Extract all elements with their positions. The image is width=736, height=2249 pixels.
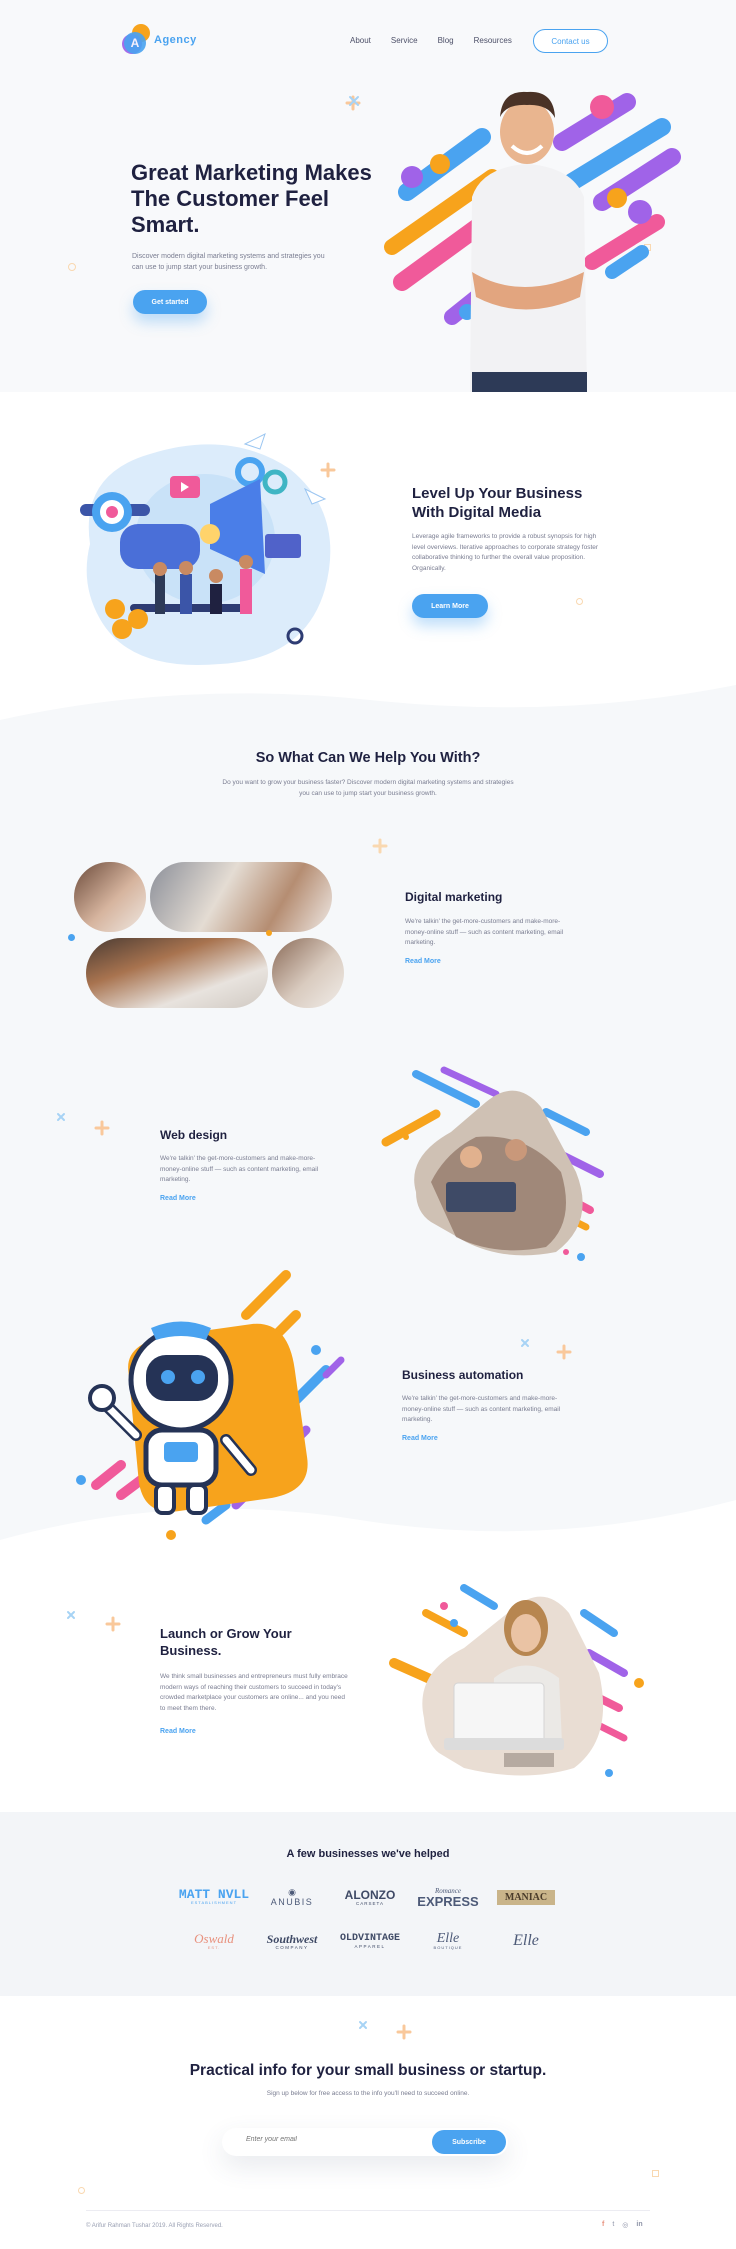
eye-icon: ◉ — [288, 1886, 296, 1897]
instagram-icon[interactable]: ◎ — [622, 2221, 628, 2229]
feature-title-web-design: Web design — [160, 1128, 228, 1142]
learn-more-button[interactable]: Learn More — [412, 594, 488, 618]
hero-person-illustration — [384, 91, 681, 392]
main-menu: About Service Blog Resources — [350, 36, 512, 45]
services-title: So What Can We Help You With? — [255, 750, 481, 766]
footer-divider — [86, 2210, 650, 2211]
cross-decoration — [67, 1611, 75, 1619]
contact-us-button[interactable]: Contact us — [533, 29, 608, 53]
subscribe-button[interactable]: Subscribe — [432, 2130, 506, 2154]
cross-decoration — [521, 1339, 529, 1347]
nav-item-resources[interactable]: Resources — [474, 36, 512, 45]
plus-decoration — [372, 838, 388, 854]
newsletter-subtitle: Sign up below for free access to the inf… — [266, 2090, 470, 2097]
client-logo-anubis: ◉ ANUBIS — [270, 1886, 314, 1907]
nav-item-blog[interactable]: Blog — [438, 36, 454, 45]
digital-media-title: Level Up Your Business With Digital Medi… — [412, 485, 583, 521]
hero-subtitle: Discover modern digital marketing system… — [132, 253, 325, 271]
client-logo-southwest: Southwest COMPANY — [266, 1931, 318, 1950]
services-subtitle: Do you want to grow your business faster… — [222, 779, 514, 797]
feature-title-digital-marketing: Digital marketing — [405, 890, 503, 904]
newsletter-form: Subscribe — [222, 2128, 508, 2156]
clients-section: A few businesses we've helped MATT NVLL … — [0, 1812, 736, 1996]
read-more-link[interactable]: Read More — [160, 1728, 196, 1735]
client-logo-grid: MATT NVLL ESTABLISHMENT ◉ ANUBIS ALONZO … — [175, 1882, 565, 1956]
linkedin-icon[interactable]: in — [636, 2221, 642, 2229]
team-photo-1 — [74, 862, 146, 932]
top-navigation: A Agency About Service Blog Resources Co… — [0, 22, 736, 62]
cross-decoration — [57, 1113, 65, 1121]
read-more-link[interactable]: Read More — [402, 1435, 438, 1442]
ring-decoration — [576, 598, 583, 605]
plus-decoration — [320, 462, 336, 478]
digital-media-body: Leverage agile frameworks to provide a r… — [412, 533, 599, 572]
twitter-icon[interactable]: t — [612, 2221, 614, 2229]
client-logo-matt-nvll: MATT NVLL ESTABLISHMENT — [178, 1887, 250, 1905]
feature-title-launch-or-grow: Launch or Grow Your Business. — [160, 1626, 292, 1658]
copyright-text: © Arifur Rahman Tushar 2019. All Rights … — [86, 2223, 223, 2229]
read-more-link[interactable]: Read More — [160, 1195, 196, 1202]
plus-decoration — [105, 1616, 121, 1632]
newsletter-title: Practical info for your small business o… — [189, 2062, 547, 2079]
logo-text: Agency — [154, 34, 197, 46]
logo-mark-icon: A — [122, 24, 150, 56]
agency-logo[interactable]: A Agency — [122, 24, 197, 56]
ring-decoration — [78, 2187, 85, 2194]
dot-decoration — [266, 930, 272, 936]
feature-body-business-automation: We're talkin' the get-more-customers and… — [402, 1395, 561, 1423]
team-photo-2 — [150, 862, 332, 932]
team-photo-3 — [86, 938, 268, 1008]
plus-decoration — [94, 1120, 110, 1136]
square-decoration — [652, 2170, 659, 2177]
client-logo-oldvintage: OLDVINTAGE APPAREL — [339, 1933, 400, 1949]
web-design-illustration — [381, 1066, 604, 1261]
nav-item-service[interactable]: Service — [391, 36, 418, 45]
plus-decoration — [556, 1344, 572, 1360]
feature-body-digital-marketing: We're talkin' the get-more-customers and… — [405, 918, 564, 946]
facebook-icon[interactable]: f — [602, 2221, 604, 2229]
get-started-button[interactable]: Get started — [133, 290, 207, 314]
cross-decoration — [349, 96, 359, 106]
social-links: f t ◎ in — [602, 2221, 643, 2229]
feature-body-web-design: We're talkin' the get-more-customers and… — [160, 1155, 319, 1183]
client-logo-express: Romance EXPRESS — [417, 1886, 479, 1909]
digital-media-illustration — [80, 433, 331, 666]
feature-title-business-automation: Business automation — [402, 1368, 524, 1382]
client-logo-elle-boutique: Elle BOUTIQUE — [433, 1931, 463, 1951]
read-more-link[interactable]: Read More — [405, 958, 441, 965]
plus-decoration — [396, 2024, 412, 2040]
dot-decoration — [68, 934, 75, 941]
ring-decoration — [68, 263, 76, 271]
client-logo-alonzo: ALONZO CARSETA — [344, 1887, 396, 1906]
cross-decoration — [359, 2021, 367, 2029]
client-logo-elle: Elle — [513, 1932, 539, 1949]
email-input[interactable] — [246, 2136, 406, 2143]
nav-item-about[interactable]: About — [350, 36, 371, 45]
team-photo-4 — [272, 938, 344, 1008]
feature-body-launch-or-grow: We think small businesses and entreprene… — [160, 1673, 348, 1712]
hero-title: Great Marketing Makes The Customer Feel … — [131, 160, 372, 237]
client-logo-maniac: MANIAC — [487, 1882, 565, 1912]
woman-laptop-illustration — [389, 1584, 644, 1777]
clients-title: A few businesses we've helped — [286, 1848, 450, 1860]
robot-illustration — [76, 1270, 345, 1540]
client-logo-oswald: Oswald EST. — [194, 1930, 234, 1950]
